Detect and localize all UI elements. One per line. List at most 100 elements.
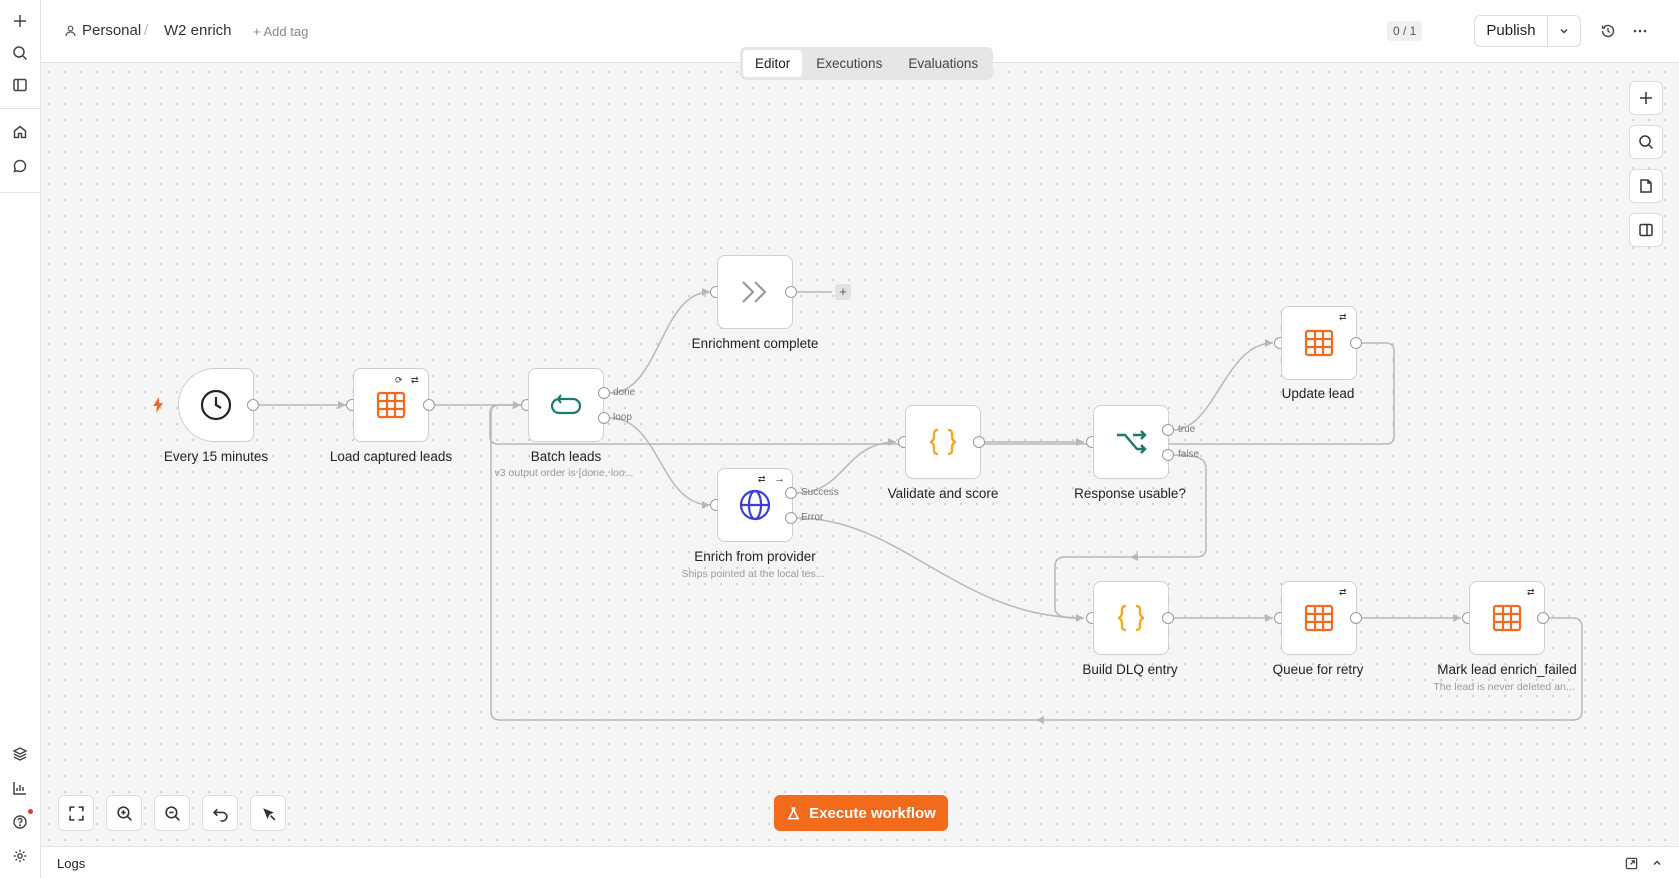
node-batch-leads[interactable] [528,368,604,442]
code-braces-icon [1117,604,1145,632]
settings-gear-icon[interactable] [8,844,32,868]
add-node-plus-icon[interactable] [1629,81,1663,115]
panel-toggle-icon[interactable] [8,73,32,97]
home-icon[interactable] [8,120,32,144]
code-braces-icon [929,428,957,456]
if-branch-icon [1117,430,1147,454]
output-port-true[interactable] [1162,424,1174,436]
port-label-false: false [1178,449,1200,460]
version-counter: 0 / 1 [1387,21,1423,41]
output-port[interactable] [423,399,435,411]
node-label-enrich: Enrich from provider [694,549,816,564]
publish-button[interactable]: Publish [1475,16,1548,46]
tab-executions[interactable]: Executions [804,50,894,77]
output-port[interactable] [1537,612,1549,624]
chevron-down-icon[interactable] [1548,16,1580,46]
port-label-done: done [613,387,636,398]
workflow-canvas[interactable] [41,64,1679,846]
node-every-15-minutes[interactable] [178,368,254,442]
breadcrumb-project[interactable]: Personal [65,22,141,39]
output-port-done[interactable] [598,387,610,399]
table-icon [1492,604,1522,632]
node-response-usable[interactable] [1093,405,1169,479]
view-tabs: Editor Executions Evaluations [740,47,994,80]
retry-icon: ⇄ [1339,587,1347,597]
sticky-note-icon[interactable] [1629,169,1663,203]
workflow-name[interactable]: W2 enrich [164,22,232,39]
breadcrumb-separator: / [144,22,149,39]
tidy-up-broom-icon[interactable] [250,795,286,831]
left-sidebar [0,0,41,878]
node-label-complete: Enrichment complete [691,336,819,351]
pop-out-icon[interactable] [1623,855,1639,871]
output-port[interactable] [247,399,259,411]
node-label-update: Update lead [1281,386,1355,401]
node-build-dlq-entry[interactable] [1093,581,1169,655]
node-validate-and-score[interactable] [905,405,981,479]
templates-icon[interactable] [8,742,32,766]
port-label-error: Error [801,512,824,523]
node-queue-for-retry[interactable]: ⇄ [1281,581,1357,655]
output-port[interactable] [1162,612,1174,624]
retry-icon: ⇄ [411,375,419,385]
node-label-retry: Queue for retry [1272,662,1364,677]
search-nodes-icon[interactable] [1629,125,1663,159]
node-note-enrich: Ships pointed at the local tes... [681,568,825,580]
node-load-captured-leads[interactable]: ⟳ ⇄ [353,368,429,442]
output-port[interactable] [1350,337,1362,349]
history-icon[interactable] [1599,22,1617,40]
node-update-lead[interactable]: ⇄ [1281,306,1357,380]
execute-once-icon: ⟳ [395,375,403,385]
logs-panel-bar[interactable]: Logs [41,846,1679,878]
no-op-arrow-icon [742,281,767,303]
more-options-icon[interactable] [1631,22,1649,40]
fit-view-icon[interactable] [58,795,94,831]
retry-icon: ⇄ [1527,587,1535,597]
node-mark-lead-enrich-failed[interactable]: ⇄ [1469,581,1545,655]
execute-workflow-button[interactable]: Execute workflow [774,795,948,831]
output-port-success[interactable] [785,487,797,499]
notification-dot [28,809,33,814]
add-node-button[interactable]: + [835,284,851,300]
output-port[interactable] [785,286,797,298]
node-enrich-from-provider[interactable]: ⇄ → [717,468,793,542]
zoom-in-icon[interactable] [106,795,142,831]
output-port-error[interactable] [785,512,797,524]
flask-icon [787,806,800,819]
node-enrichment-complete[interactable] [717,255,793,329]
globe-icon [739,489,771,521]
table-icon [1304,329,1334,357]
add-tag-button[interactable]: + Add tag [253,24,308,39]
insights-chart-icon[interactable] [8,776,32,800]
node-label-validate: Validate and score [887,486,999,501]
continue-on-fail-icon: → [774,473,785,485]
side-panel-icon[interactable] [1629,213,1663,247]
node-label-failed: Mark lead enrich_failed [1437,662,1577,677]
output-port-loop[interactable] [598,412,610,424]
output-port[interactable] [973,436,985,448]
user-icon [65,25,76,36]
publish-button-group: Publish [1474,15,1581,47]
output-port-false[interactable] [1162,449,1174,461]
execute-workflow-label: Execute workflow [809,804,936,822]
port-label-loop: loop [613,412,632,423]
clock-icon [200,389,232,421]
table-icon [376,391,406,419]
add-icon[interactable] [8,9,32,33]
search-icon[interactable] [8,41,32,65]
node-label-load: Load captured leads [329,449,453,464]
undo-icon[interactable] [202,795,238,831]
node-label-usable: Response usable? [1074,486,1186,501]
logs-title: Logs [57,856,86,871]
table-icon [1304,604,1334,632]
tab-editor[interactable]: Editor [743,50,803,77]
chevron-up-icon[interactable] [1649,855,1665,871]
retry-icon: ⇄ [1339,312,1347,322]
output-port[interactable] [1350,612,1362,624]
port-label-success: Success [801,487,839,498]
zoom-out-icon[interactable] [154,795,190,831]
tab-evaluations[interactable]: Evaluations [896,50,990,77]
node-label-batch: Batch leads [530,449,602,464]
trigger-bolt-icon [153,397,163,413]
chat-icon[interactable] [8,154,32,178]
